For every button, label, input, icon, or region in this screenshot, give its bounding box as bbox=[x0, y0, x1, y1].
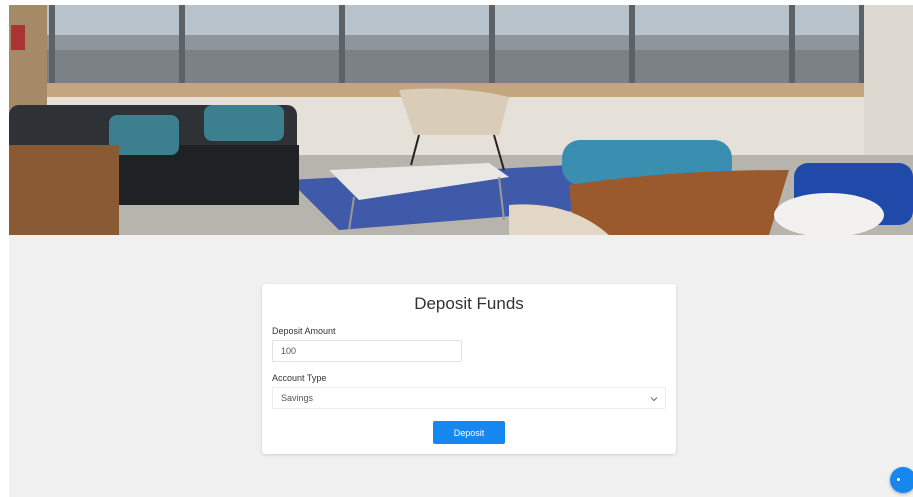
chat-icon-dot bbox=[897, 478, 900, 481]
account-type-select[interactable]: Savings bbox=[272, 387, 666, 409]
deposit-amount-input[interactable] bbox=[272, 340, 462, 362]
deposit-form-card: Deposit Funds Deposit Amount Account Typ… bbox=[262, 284, 676, 454]
office-lounge-image bbox=[9, 5, 913, 235]
account-type-label: Account Type bbox=[272, 373, 327, 383]
page: Deposit Funds Deposit Amount Account Typ… bbox=[9, 5, 913, 497]
chevron-down-icon bbox=[650, 397, 658, 402]
chat-icon[interactable] bbox=[890, 467, 913, 493]
hero-banner bbox=[9, 5, 913, 235]
deposit-amount-label: Deposit Amount bbox=[272, 326, 336, 336]
deposit-button[interactable]: Deposit bbox=[433, 421, 505, 444]
account-type-selected-value: Savings bbox=[281, 393, 314, 403]
deposit-form-title: Deposit Funds bbox=[414, 294, 524, 313]
